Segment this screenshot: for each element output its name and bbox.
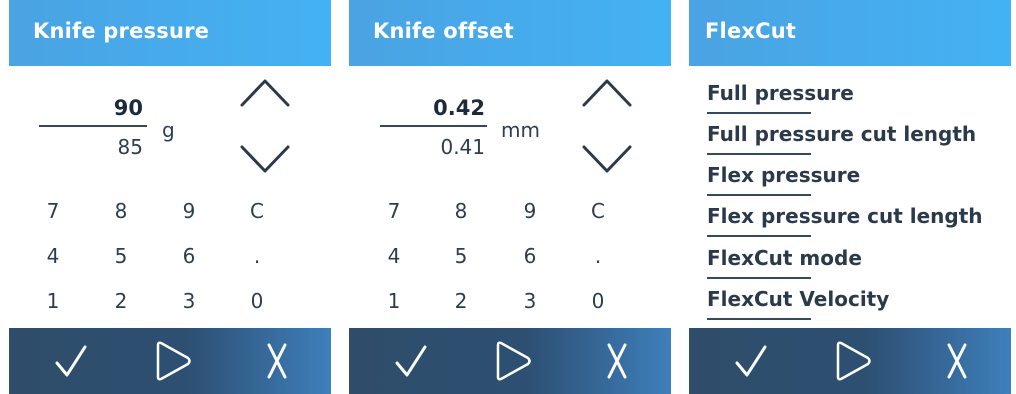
chevron-up-icon — [582, 79, 632, 107]
menu-item-flex-pressure[interactable]: Flex pressure — [707, 159, 1011, 199]
key-3[interactable]: 3 — [515, 289, 545, 313]
x-icon — [607, 343, 627, 379]
chevron-down-icon — [240, 145, 290, 173]
key-2[interactable]: 2 — [446, 289, 476, 313]
menu-item-label: Full pressure cut length — [707, 122, 977, 146]
chevron-up-icon — [240, 79, 290, 107]
knife-pressure-panel: Knife pressure 90 85 g 7 8 9 C 4 5 6 . 1… — [9, 0, 331, 394]
action-bar — [349, 328, 671, 394]
key-1[interactable]: 1 — [379, 289, 409, 313]
unit-label: mm — [501, 118, 540, 142]
check-icon — [55, 345, 87, 377]
menu-item-label: Full pressure — [707, 81, 854, 105]
panel-header: Knife offset — [349, 0, 671, 66]
key-8[interactable]: 8 — [106, 199, 136, 223]
menu-item-flexcut-velocity[interactable]: FlexCut Velocity — [707, 283, 1011, 323]
new-value: 90 — [113, 96, 143, 120]
key-8[interactable]: 8 — [446, 199, 476, 223]
key-6[interactable]: 6 — [515, 244, 545, 268]
panel-header: FlexCut — [689, 0, 1011, 66]
key-5[interactable]: 5 — [446, 244, 476, 268]
key-4[interactable]: 4 — [38, 244, 68, 268]
decrease-button[interactable] — [239, 142, 291, 180]
next-button[interactable] — [130, 328, 210, 394]
increase-button[interactable] — [581, 76, 633, 114]
confirm-button[interactable] — [371, 328, 451, 394]
panel-title: Knife offset — [373, 19, 514, 43]
action-bar — [9, 328, 331, 394]
check-icon — [395, 345, 427, 377]
menu-divider — [707, 277, 811, 279]
cancel-button[interactable] — [577, 328, 657, 394]
key-3[interactable]: 3 — [174, 289, 204, 313]
menu-divider — [707, 318, 811, 320]
menu-item-label: FlexCut Velocity — [707, 287, 890, 311]
key-clear[interactable]: C — [242, 199, 272, 223]
key-0[interactable]: 0 — [583, 289, 613, 313]
key-clear[interactable]: C — [583, 199, 613, 223]
knife-offset-panel: Knife offset 0.42 0.41 mm 7 8 9 C 4 5 6 … — [349, 0, 671, 394]
key-6[interactable]: 6 — [174, 244, 204, 268]
menu-item-flexcut-mode[interactable]: FlexCut mode — [707, 242, 1011, 282]
increase-button[interactable] — [239, 76, 291, 114]
key-7[interactable]: 7 — [38, 199, 68, 223]
key-4[interactable]: 4 — [379, 244, 409, 268]
value-divider — [380, 125, 487, 127]
play-outline-icon — [496, 341, 531, 381]
value-divider — [39, 125, 147, 127]
confirm-button[interactable] — [711, 328, 791, 394]
menu-divider — [707, 194, 811, 196]
action-bar — [689, 328, 1011, 394]
key-0[interactable]: 0 — [242, 289, 272, 313]
confirm-button[interactable] — [31, 328, 111, 394]
key-1[interactable]: 1 — [38, 289, 68, 313]
menu-divider — [707, 153, 811, 155]
menu-item-label: Flex pressure cut length — [707, 204, 983, 228]
panel-title: Knife pressure — [33, 19, 210, 43]
panel-header: Knife pressure — [9, 0, 331, 66]
flexcut-panel: FlexCut Full pressure Full pressure cut … — [689, 0, 1011, 394]
key-9[interactable]: 9 — [515, 199, 545, 223]
key-2[interactable]: 2 — [106, 289, 136, 313]
next-button[interactable] — [470, 328, 550, 394]
menu-item-full-pressure[interactable]: Full pressure — [707, 77, 1011, 117]
play-outline-icon — [156, 341, 191, 381]
x-icon — [267, 343, 287, 379]
menu-item-full-pressure-cut-length[interactable]: Full pressure cut length — [707, 118, 1011, 158]
key-decimal[interactable]: . — [242, 244, 272, 268]
check-icon — [735, 345, 767, 377]
key-7[interactable]: 7 — [379, 199, 409, 223]
current-value: 0.41 — [440, 135, 485, 159]
menu-divider — [707, 235, 811, 237]
cancel-button[interactable] — [917, 328, 997, 394]
play-outline-icon — [836, 341, 871, 381]
chevron-down-icon — [582, 145, 632, 173]
key-5[interactable]: 5 — [106, 244, 136, 268]
menu-item-label: Flex pressure — [707, 163, 861, 187]
x-icon — [947, 343, 967, 379]
menu-item-flex-pressure-cut-length[interactable]: Flex pressure cut length — [707, 200, 1011, 240]
unit-label: g — [162, 118, 175, 142]
current-value: 85 — [117, 135, 143, 159]
cancel-button[interactable] — [237, 328, 317, 394]
menu-item-label: FlexCut mode — [707, 246, 862, 270]
panel-title: FlexCut — [705, 19, 797, 43]
decrease-button[interactable] — [581, 142, 633, 180]
next-button[interactable] — [810, 328, 890, 394]
new-value: 0.42 — [433, 96, 485, 120]
key-9[interactable]: 9 — [174, 199, 204, 223]
menu-divider — [707, 112, 811, 114]
key-decimal[interactable]: . — [583, 244, 613, 268]
